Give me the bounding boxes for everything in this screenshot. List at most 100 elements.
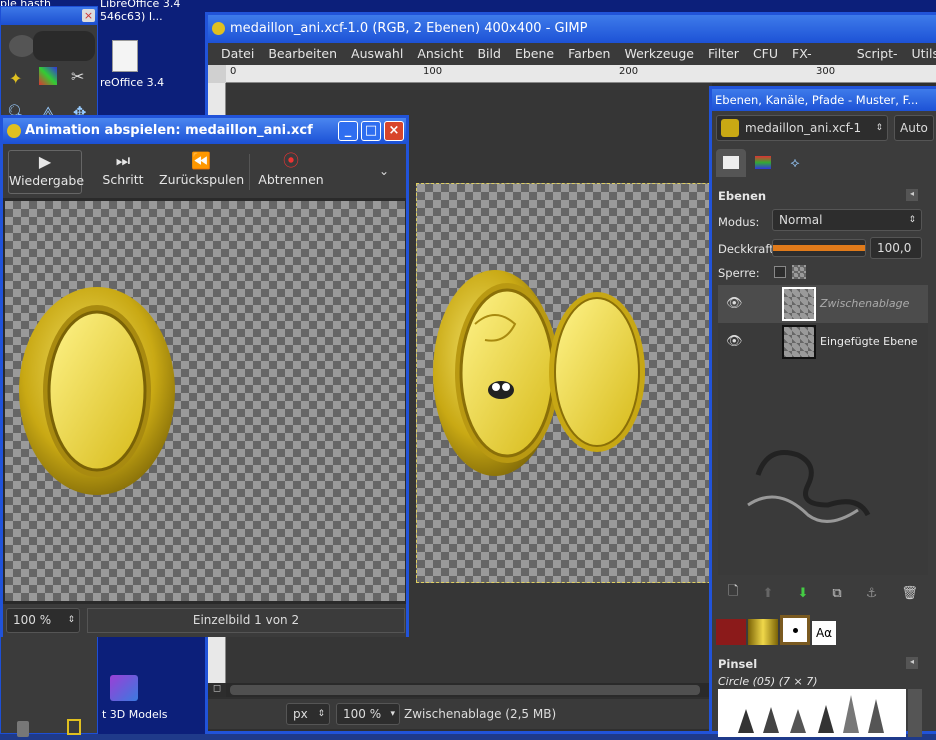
libreoffice-icon[interactable] xyxy=(112,40,138,72)
menu-auswahl[interactable]: Auswahl xyxy=(344,43,410,65)
gear-icon[interactable] xyxy=(9,35,35,57)
ruler-corner[interactable] xyxy=(208,65,226,83)
auto-label: Auto xyxy=(900,121,928,135)
mode-select[interactable]: Normal ⇕ xyxy=(772,209,922,231)
play-button[interactable]: ▶ Wiedergabe xyxy=(8,150,85,194)
play-label: Wiedergabe xyxy=(9,173,85,188)
scissors-icon[interactable]: ✂ xyxy=(71,67,84,86)
new-layer-icon[interactable]: 🗋 xyxy=(728,582,738,604)
trash-icon[interactable] xyxy=(17,721,29,737)
horizontal-ruler[interactable]: 0 100 200 300 xyxy=(226,65,936,83)
paths-tab[interactable]: ⟡ xyxy=(780,149,810,177)
opacity-spinner[interactable]: 100,0 xyxy=(870,237,922,259)
menu-farben[interactable]: Farben xyxy=(561,43,617,65)
configure-brushes-icon[interactable]: ◂ xyxy=(906,657,918,669)
delete-layer-icon[interactable]: 🗑 xyxy=(901,586,918,601)
patterns-tab[interactable] xyxy=(716,619,746,645)
ruler-label: 100 xyxy=(423,66,443,77)
menu-werkzeuge[interactable]: Werkzeuge xyxy=(617,43,701,65)
menu-script-fu[interactable]: Script-Fu xyxy=(850,43,905,83)
chevron-down-icon[interactable]: ⌄ xyxy=(379,164,389,178)
opacity-value: 100,0 xyxy=(877,241,912,255)
zoom-select[interactable]: 100 % ▾ xyxy=(336,703,400,725)
brush-grid[interactable] xyxy=(718,689,906,737)
lock-alpha-icon[interactable] xyxy=(792,265,806,279)
horizontal-scrollbar[interactable] xyxy=(226,683,712,697)
step-button[interactable]: ⏭ Schritt xyxy=(95,150,151,194)
quick-mask-icon[interactable]: ◻ xyxy=(208,683,226,697)
medallion-closed-image xyxy=(19,287,175,495)
animation-titlebar: Animation abspielen: medaillon_ani.xcf _… xyxy=(3,118,406,144)
fuzzy-select-icon[interactable]: ✦ xyxy=(9,69,22,88)
layer-name[interactable]: Eingefügte Ebene xyxy=(820,335,918,348)
reset-icon[interactable] xyxy=(67,719,81,735)
minimize-button[interactable]: _ xyxy=(338,121,358,141)
rewind-label: Zurückspulen xyxy=(159,172,245,187)
close-button[interactable]: × xyxy=(384,121,404,141)
lock-pixels-checkbox[interactable] xyxy=(774,266,786,278)
fonts-tab[interactable]: Aα xyxy=(812,621,836,645)
animation-title: Animation abspielen: medaillon_ani.xcf xyxy=(25,123,313,138)
layer-thumbnail xyxy=(782,287,816,321)
duplicate-layer-icon[interactable]: ⧉ xyxy=(832,586,841,601)
layers-tab[interactable] xyxy=(716,149,746,177)
layers-dock: Ebenen, Kanäle, Pfade - Muster, F... med… xyxy=(709,86,936,737)
close-icon[interactable]: × xyxy=(82,9,95,22)
channels-icon xyxy=(755,156,771,169)
maximize-button[interactable]: □ xyxy=(361,121,381,141)
menu-ansicht[interactable]: Ansicht xyxy=(410,43,470,65)
step-icon: ⏭ xyxy=(115,151,131,170)
layer-list: 👁︎ Zwischenablage 👁︎ Eingefügte Ebene xyxy=(718,285,928,575)
playback-zoom-select[interactable]: 100 % ⇕ xyxy=(6,608,80,633)
brush-previews xyxy=(738,695,884,733)
3d-models-icon[interactable] xyxy=(110,675,138,701)
rewind-icon: ⏪ xyxy=(191,151,211,170)
menu-bild[interactable]: Bild xyxy=(470,43,507,65)
detach-button[interactable]: ⦿ Abtrennen xyxy=(255,150,327,194)
gradients-tab[interactable] xyxy=(748,619,778,645)
raise-layer-icon[interactable]: ⬆ xyxy=(763,586,774,601)
image-window-titlebar: medaillon_ani.xcf-1.0 (RGB, 2 Ebenen) 40… xyxy=(208,15,936,43)
menu-cfu[interactable]: CFU xyxy=(746,43,785,65)
configure-tab-icon[interactable]: ◂ xyxy=(906,189,918,201)
layer-row-eingefuegte-ebene[interactable]: 👁︎ Eingefügte Ebene xyxy=(718,323,928,361)
ruler-label: 0 xyxy=(230,66,237,77)
rewind-button[interactable]: ⏪ Zurückspulen xyxy=(159,150,245,194)
animation-statusbar: 100 % ⇕ Einzelbild 1 von 2 xyxy=(3,604,406,637)
eye-icon[interactable]: 👁︎ xyxy=(726,334,743,349)
eye-icon[interactable]: 👁︎ xyxy=(726,296,743,311)
status-info: Zwischenablage (2,5 MB) xyxy=(404,707,557,721)
3d-models-label[interactable]: t 3D Models xyxy=(102,708,168,721)
mode-value: Normal xyxy=(779,213,823,227)
layer-name[interactable]: Zwischenablage xyxy=(820,297,909,310)
menu-ebene[interactable]: Ebene xyxy=(508,43,561,65)
image-select[interactable]: medaillon_ani.xcf-1 ⇕ xyxy=(716,115,888,141)
mode-label: Modus: xyxy=(718,215,760,229)
ruler-label: 200 xyxy=(619,66,639,77)
libreoffice-label[interactable]: reOffice 3.4 xyxy=(100,76,164,89)
menu-filter[interactable]: Filter xyxy=(701,43,746,65)
menu-bearbeiten[interactable]: Bearbeiten xyxy=(261,43,344,65)
animation-preview xyxy=(5,201,405,601)
image-select-value: medaillon_ani.xcf-1 xyxy=(745,121,862,135)
channels-tab[interactable] xyxy=(748,149,778,177)
toolbar-separator xyxy=(249,154,250,190)
layer-row-zwischenablage[interactable]: 👁︎ Zwischenablage xyxy=(718,285,928,323)
menu-datei[interactable]: Datei xyxy=(214,43,261,65)
brushes-tab[interactable] xyxy=(780,615,810,645)
step-label: Schritt xyxy=(102,172,144,187)
auto-button[interactable]: Auto xyxy=(894,115,934,141)
menubar: Datei Bearbeiten Auswahl Ansicht Bild Eb… xyxy=(208,43,936,83)
anchor-layer-icon[interactable]: ⚓ xyxy=(866,586,878,601)
select-by-color-icon[interactable] xyxy=(39,67,57,85)
scrollbar-thumb[interactable] xyxy=(230,685,700,695)
lower-layer-icon[interactable]: ⬇ xyxy=(797,586,808,601)
unit-select[interactable]: px ⇕ xyxy=(286,703,330,725)
toolbox-titlebar: × xyxy=(1,7,97,25)
animation-toolbar: ▶ Wiedergabe ⏭ Schritt ⏪ Zurückspulen ⦿ … xyxy=(3,144,406,198)
menu-utils[interactable]: Utils xyxy=(904,43,936,65)
opacity-slider[interactable] xyxy=(772,239,866,257)
brush-scrollbar[interactable] xyxy=(908,689,922,737)
menu-fx-foundry[interactable]: FX-Foundry xyxy=(785,43,850,83)
signature-watermark xyxy=(747,450,871,523)
